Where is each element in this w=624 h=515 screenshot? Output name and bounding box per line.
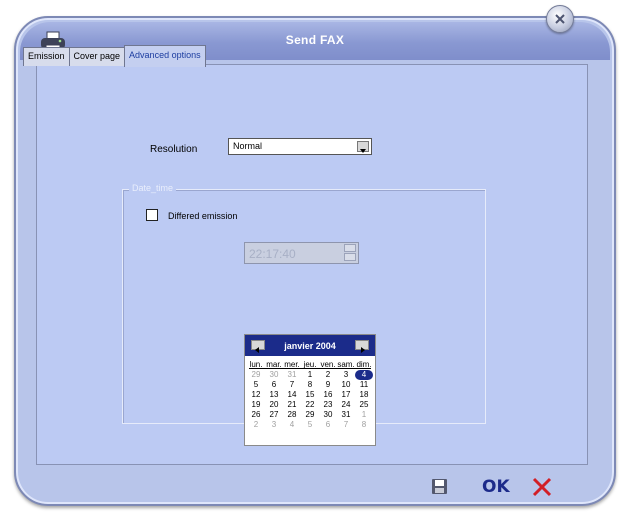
calendar-day[interactable]: 23: [319, 400, 337, 410]
calendar-day[interactable]: 11: [355, 380, 373, 390]
resolution-label: Resolution: [150, 144, 198, 155]
calendar-day[interactable]: 24: [337, 400, 355, 410]
calendar-day[interactable]: 8: [355, 420, 373, 430]
calendar-week-row: 5 6 7 8 9 10 11: [247, 380, 373, 390]
calendar-grid: 29 30 31 1 2 3 4 5 6 7 8 9 10 11 12 13 14 15 16 17 18 19 20 21 2…: [247, 370, 373, 430]
calendar-day[interactable]: 30: [265, 370, 283, 380]
spin-down-icon[interactable]: [344, 253, 356, 261]
ok-button[interactable]: OK: [482, 477, 510, 497]
cancel-icon[interactable]: [531, 476, 553, 498]
calendar-day[interactable]: 31: [283, 370, 301, 380]
resolution-value: Normal: [233, 141, 263, 151]
resolution-select[interactable]: Normal: [228, 138, 372, 155]
calendar-day[interactable]: 16: [319, 390, 337, 400]
advanced-options-panel: Resolution Normal Date_time Differed emi…: [36, 64, 588, 465]
calendar[interactable]: janvier 2004 lun. mar. mer. jeu. ven. sa…: [244, 334, 376, 446]
window-title: Send FAX: [285, 33, 345, 47]
calendar-day[interactable]: 15: [301, 390, 319, 400]
calendar-day[interactable]: 20: [265, 400, 283, 410]
tab-advanced-options[interactable]: Advanced options: [124, 45, 206, 67]
calendar-day[interactable]: 3: [265, 420, 283, 430]
calendar-day[interactable]: 22: [301, 400, 319, 410]
calendar-day[interactable]: 7: [337, 420, 355, 430]
calendar-day[interactable]: 1: [301, 370, 319, 380]
differed-emission-label: Differed emission: [168, 211, 238, 221]
calendar-divider: [249, 368, 371, 369]
calendar-day[interactable]: 5: [301, 420, 319, 430]
time-input[interactable]: 22:17:40: [244, 242, 359, 264]
calendar-day[interactable]: 4: [283, 420, 301, 430]
calendar-day[interactable]: 18: [355, 390, 373, 400]
chevron-down-icon[interactable]: [357, 141, 369, 153]
calendar-day[interactable]: 7: [283, 380, 301, 390]
calendar-day[interactable]: 30: [319, 410, 337, 420]
calendar-day[interactable]: 5: [247, 380, 265, 390]
calendar-week-row: 29 30 31 1 2 3 4: [247, 370, 373, 380]
time-value: 22:17:40: [249, 247, 296, 261]
spin-up-icon[interactable]: [344, 244, 356, 252]
close-icon: [555, 14, 565, 24]
calendar-day[interactable]: 6: [265, 380, 283, 390]
calendar-day[interactable]: 6: [319, 420, 337, 430]
tab-cover-page[interactable]: Cover page: [68, 47, 126, 66]
calendar-day[interactable]: 29: [301, 410, 319, 420]
chevron-right-icon: [361, 347, 365, 353]
calendar-day[interactable]: 27: [265, 410, 283, 420]
calendar-day[interactable]: 31: [337, 410, 355, 420]
differed-emission-checkbox[interactable]: [146, 209, 158, 221]
calendar-day[interactable]: 29: [247, 370, 265, 380]
next-month-button[interactable]: [355, 340, 369, 353]
tab-strip: Emission Cover page Advanced options: [23, 45, 206, 67]
calendar-week-row: 2345678: [247, 420, 373, 430]
calendar-day[interactable]: 2: [247, 420, 265, 430]
calendar-week-row: 19 20 21 22 23 24 25: [247, 400, 373, 410]
date-time-legend: Date_time: [129, 183, 177, 193]
calendar-day[interactable]: 2: [319, 370, 337, 380]
calendar-day[interactable]: 9: [319, 380, 337, 390]
calendar-day[interactable]: 17: [337, 390, 355, 400]
calendar-day[interactable]: 12: [247, 390, 265, 400]
calendar-day[interactable]: 10: [337, 380, 355, 390]
time-spinner[interactable]: [344, 244, 356, 262]
calendar-week-row: 12 13 14 15 16 17 18: [247, 390, 373, 400]
calendar-day[interactable]: 14: [283, 390, 301, 400]
calendar-day[interactable]: 25: [355, 400, 373, 410]
calendar-day[interactable]: 4: [355, 370, 373, 380]
calendar-day[interactable]: 26: [247, 410, 265, 420]
calendar-header: janvier 2004: [245, 335, 375, 356]
calendar-day[interactable]: 28: [283, 410, 301, 420]
calendar-day[interactable]: 1: [355, 410, 373, 420]
calendar-day[interactable]: 13: [265, 390, 283, 400]
close-button[interactable]: [546, 5, 574, 33]
calendar-day[interactable]: 21: [283, 400, 301, 410]
calendar-day[interactable]: 3: [337, 370, 355, 380]
calendar-week-row: 26 27 28 29 30 31 1: [247, 410, 373, 420]
calendar-day[interactable]: 8: [301, 380, 319, 390]
calendar-day[interactable]: 19: [247, 400, 265, 410]
tab-emission[interactable]: Emission: [23, 47, 70, 66]
save-icon[interactable]: [431, 478, 448, 495]
